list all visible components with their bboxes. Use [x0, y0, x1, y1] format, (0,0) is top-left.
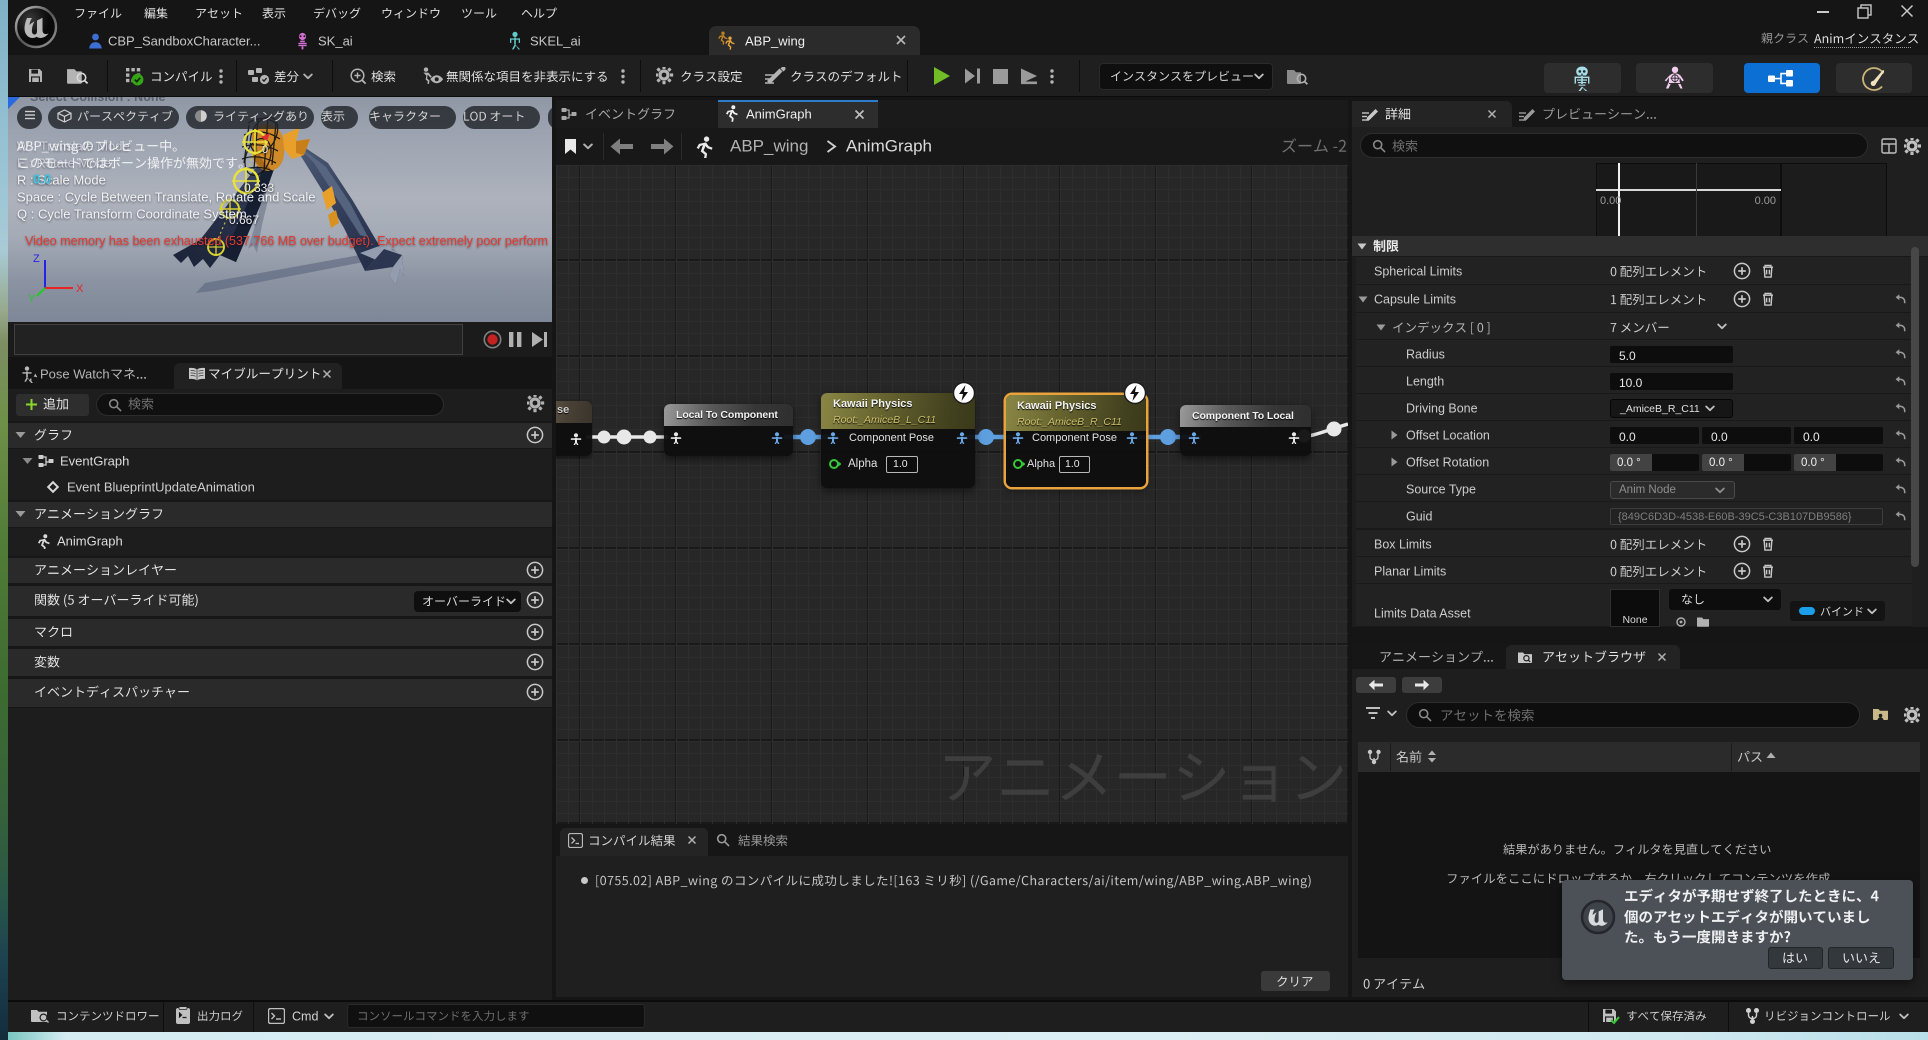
svg-text:Y: Y: [28, 293, 36, 305]
svg-text:Z: Z: [33, 253, 40, 265]
svg-text:X: X: [76, 283, 84, 295]
